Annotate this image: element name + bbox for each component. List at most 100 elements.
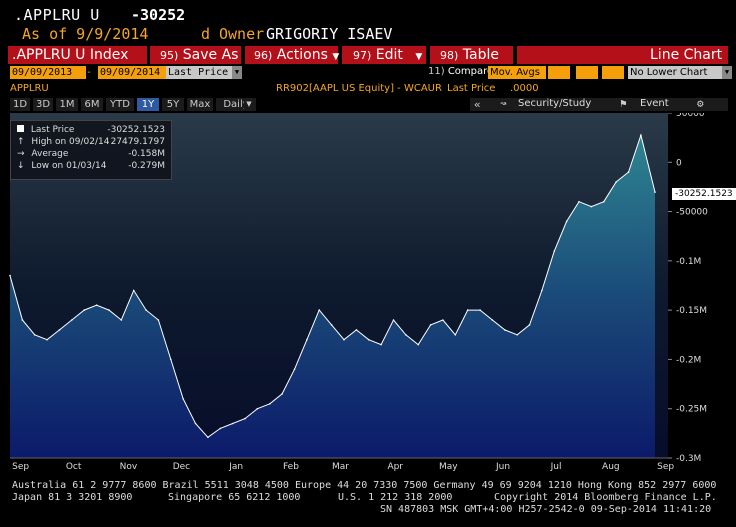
- price-point: [157, 319, 160, 321]
- price-point: [615, 181, 617, 183]
- price-point: [21, 319, 24, 321]
- price-point: [343, 338, 345, 341]
- legend-value-high: 27479.1797: [110, 137, 165, 147]
- x-tick-label: Mar: [332, 462, 349, 472]
- legend-row-last: Last Price: [17, 125, 74, 135]
- price-point: [442, 319, 444, 321]
- price-point: [330, 324, 333, 326]
- price-point: [590, 205, 593, 208]
- actions-label: 96) Actions ▼: [254, 47, 339, 63]
- event-button[interactable]: Event: [640, 98, 669, 109]
- footer-copyright: Copyright 2014 Bloomberg Finance L.P.: [494, 492, 717, 503]
- price-point: [108, 309, 110, 311]
- price-point: [281, 393, 283, 395]
- price-point: [318, 309, 321, 311]
- range-tab-1m[interactable]: 1M: [56, 98, 78, 111]
- x-tick-label: Jun: [495, 462, 510, 472]
- actions-text: Actions: [276, 47, 328, 63]
- as-of-date: As of 9/9/2014: [22, 25, 149, 43]
- view-title-label: Line Chart: [650, 47, 723, 63]
- price-point: [603, 200, 605, 203]
- price-point: [466, 309, 469, 311]
- range-tab-max[interactable]: Max: [187, 98, 213, 111]
- low-arrow-icon: ↓: [17, 161, 25, 171]
- x-tick-label: Apr: [387, 462, 403, 472]
- price-point: [380, 343, 382, 346]
- lower-chart-select[interactable]: No Lower Chart: [628, 66, 722, 79]
- price-point: [541, 289, 543, 292]
- price-point: [528, 324, 531, 326]
- chart-legend: Last Price -30252.1523 ↑ High on 09/02/1…: [10, 120, 172, 180]
- edit-dropdown-icon: ▼: [415, 52, 423, 62]
- legend-label-low: Low on 01/03/14: [31, 161, 107, 171]
- x-tick-label: Sep: [12, 462, 29, 472]
- average-arrow-icon: →: [17, 149, 25, 159]
- legend-value-last: -30252.1523: [107, 125, 165, 135]
- ctrl-slot-3[interactable]: [602, 66, 624, 79]
- last-price-swatch-icon: [17, 125, 24, 132]
- collapse-icon[interactable]: «: [474, 98, 481, 111]
- range-tab-1d[interactable]: 1D: [10, 98, 30, 111]
- field-dropdown-icon[interactable]: ▼: [232, 66, 242, 79]
- legend-label-high: High on 09/02/14: [31, 137, 110, 147]
- price-point: [145, 309, 147, 311]
- price-point: [58, 329, 61, 331]
- legend-row-average: → Average: [17, 149, 68, 159]
- y-tick-label: 0: [676, 158, 682, 168]
- date-separator: -: [86, 67, 93, 78]
- actions-num: 96): [254, 49, 273, 62]
- lower-chart-dropdown-icon[interactable]: ▼: [722, 66, 732, 79]
- range-tab-ytd[interactable]: YTD: [106, 98, 134, 111]
- price-point: [83, 309, 85, 311]
- field-select[interactable]: Last Price: [166, 66, 232, 79]
- price-point: [627, 171, 630, 173]
- edit-label: 97) Edit ▼: [353, 47, 422, 63]
- x-tick-label: Sep: [657, 462, 674, 472]
- chart-field-value: .0000: [510, 83, 539, 94]
- range-tab-5y[interactable]: 5Y: [162, 98, 184, 111]
- price-point: [553, 250, 556, 252]
- end-date-input[interactable]: 09/09/2014: [98, 66, 168, 79]
- table-text: Table: [462, 47, 499, 63]
- chart-security-name: APPLRU: [10, 83, 49, 94]
- table-label: 98) Table: [440, 47, 499, 63]
- toolbar-right: [470, 98, 728, 111]
- price-point: [640, 134, 642, 136]
- security-study-button[interactable]: Security/Study: [518, 98, 591, 109]
- price-point: [479, 309, 481, 311]
- frequency-dropdown-icon[interactable]: ▼: [244, 98, 254, 111]
- price-point: [33, 334, 36, 336]
- x-tick-label: Dec: [173, 462, 190, 472]
- price-point: [219, 427, 222, 430]
- x-year-label: 2014: [404, 472, 424, 473]
- range-tab-6m[interactable]: 6M: [81, 98, 103, 111]
- event-flag-icon: ⚑: [620, 97, 627, 110]
- price-point: [516, 334, 518, 336]
- price-point: [71, 319, 73, 321]
- price-point: [231, 422, 234, 425]
- x-tick-label: Jul: [550, 462, 562, 472]
- price-point: [429, 324, 432, 326]
- ctrl-slot-2[interactable]: [576, 66, 598, 79]
- start-date-input[interactable]: 09/09/2013: [10, 66, 86, 79]
- save-as-text: Save As: [182, 47, 239, 63]
- security-field-label: .APPLRU U Index: [12, 47, 129, 63]
- compare-text: Compare: [447, 66, 494, 77]
- gear-icon[interactable]: ⚙: [697, 97, 704, 110]
- price-point: [454, 334, 457, 336]
- chart-security-desc: RR902[AAPL US Equity] - WCAUR: [276, 83, 442, 94]
- price-point: [194, 422, 197, 425]
- x-tick-label: Aug: [602, 462, 620, 472]
- legend-label-last: Last Price: [30, 125, 75, 135]
- price-point: [504, 329, 506, 331]
- save-as-num: 95): [160, 49, 179, 62]
- range-tab-1y[interactable]: 1Y: [137, 98, 159, 111]
- x-tick-label: Jan: [228, 462, 243, 472]
- owner-label: Owner: [219, 25, 265, 43]
- compare-label[interactable]: 11) Compare: [428, 66, 493, 77]
- mov-avgs-select[interactable]: Mov. Avgs: [488, 66, 546, 79]
- range-tab-3d[interactable]: 3D: [33, 98, 53, 111]
- ctrl-slot-1[interactable]: [548, 66, 570, 79]
- owner-prefix: d: [201, 25, 211, 43]
- y-tick-label: -0.3M: [676, 454, 701, 464]
